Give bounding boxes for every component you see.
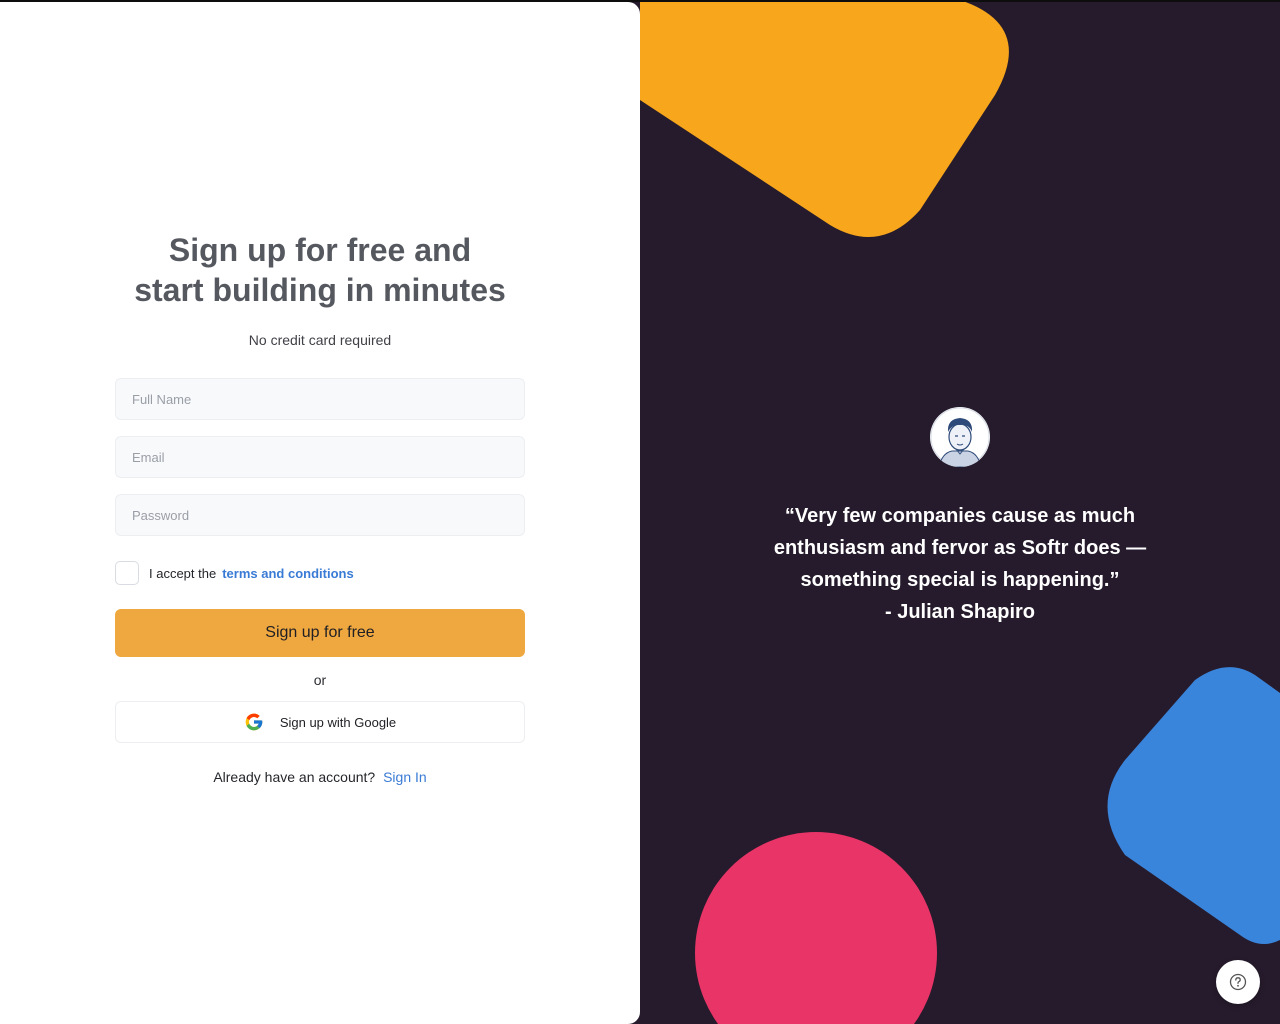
- or-divider: or: [313, 672, 327, 688]
- terms-link[interactable]: terms and conditions: [222, 566, 353, 581]
- testimonial-author: - Julian Shapiro: [884, 601, 1036, 623]
- blue-decorative-shape: [1107, 667, 1280, 944]
- avatar: [930, 407, 990, 467]
- signup-form: Sign up for free and start building in m…: [115, 230, 525, 785]
- signin-row: Already have an account? Sign In: [115, 769, 525, 785]
- question-circle-icon: [1229, 973, 1247, 991]
- google-logo-icon: [245, 713, 263, 731]
- window-top-border: [0, 0, 1280, 2]
- full-name-input[interactable]: [115, 378, 525, 420]
- terms-label: I accept the: [149, 565, 217, 581]
- email-input[interactable]: [115, 436, 525, 478]
- has-account-text: Already have an account?: [213, 769, 376, 785]
- page-title: Sign up for free and start building in m…: [134, 232, 506, 308]
- terms-checkbox[interactable]: [115, 561, 139, 585]
- signup-panel: Sign up for free and start building in m…: [0, 2, 640, 1024]
- password-input[interactable]: [115, 494, 525, 536]
- testimonial: “Very few companies cause as much enthus…: [760, 407, 1160, 628]
- signin-link[interactable]: Sign In: [383, 769, 427, 785]
- pink-decorative-circle: [695, 832, 937, 1024]
- google-signup-button[interactable]: Sign up with Google: [115, 701, 525, 743]
- signup-button[interactable]: Sign up for free: [115, 609, 525, 657]
- terms-row: I accept the terms and conditions: [115, 561, 525, 585]
- subtitle: No credit card required: [248, 332, 392, 348]
- testimonial-quote: “Very few companies cause as much enthus…: [773, 505, 1147, 591]
- google-signup-label: Sign up with Google: [279, 714, 397, 730]
- help-button[interactable]: [1216, 960, 1260, 1004]
- orange-decorative-shape: [640, 0, 1009, 237]
- portrait-illustration: [930, 407, 990, 467]
